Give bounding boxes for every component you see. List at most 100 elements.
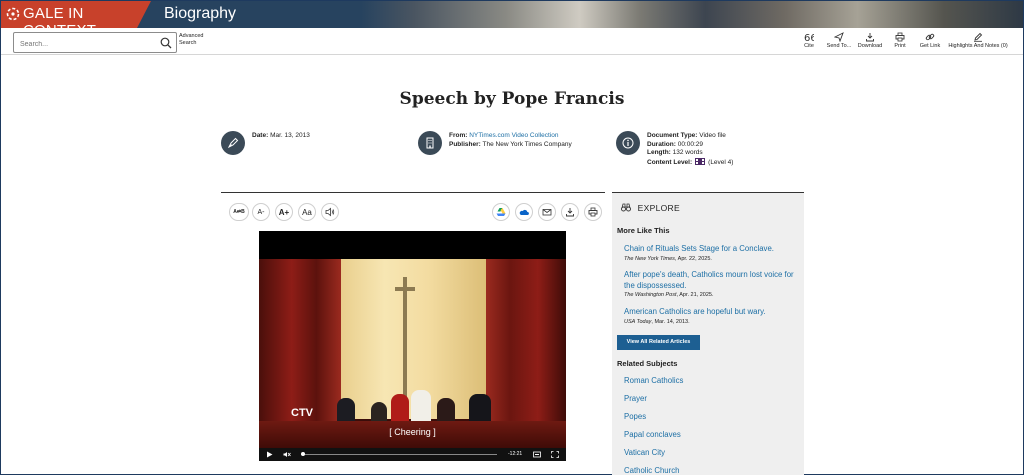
header-banner: GALE IN CONTEXT Biography [1, 1, 1023, 28]
font-style-label: Aa [302, 207, 312, 217]
google-drive-button[interactable] [492, 203, 510, 221]
more-like-this-heading: More Like This [617, 226, 670, 235]
doctype-meta-badge [616, 131, 640, 155]
content-divider [221, 192, 605, 193]
video-caption: [ Cheering ] [389, 427, 436, 437]
pencil-icon [974, 32, 983, 42]
play-icon[interactable] [266, 451, 274, 458]
date-value: Mar. 13, 2013 [270, 132, 310, 139]
building-icon [426, 137, 434, 149]
related-article-title[interactable]: American Catholics are hopeful but wary. [624, 307, 796, 318]
print-label: Print [894, 43, 906, 49]
video-progress-bar[interactable] [301, 454, 497, 455]
content-level-icon [695, 157, 706, 165]
duration-value: 00:00:29 [677, 140, 704, 148]
download-icon [866, 33, 874, 42]
length-value: 132 words [672, 149, 703, 156]
view-all-related-articles-button[interactable]: View All Related Articles [617, 335, 700, 350]
related-article-source: The Washington Post, Apr. 21, 2025. [624, 291, 796, 299]
related-article-title[interactable]: After pope's death, Catholics mourn lost… [624, 270, 796, 291]
video-progress-handle[interactable] [301, 452, 305, 456]
google-drive-icon [496, 208, 506, 216]
explore-heading-text: EXPLORE [637, 203, 680, 213]
translate-label: A⇄B [233, 209, 245, 215]
quote-icon: 66 [804, 33, 814, 42]
email-button[interactable] [538, 203, 556, 221]
related-article-publication: USA Today [624, 318, 652, 325]
translate-button[interactable]: A⇄B [229, 203, 249, 221]
related-article: After pope's death, Catholics mourn lost… [624, 270, 796, 299]
related-subjects-heading: Related Subjects [617, 359, 678, 368]
related-article-date: , Mar. 14, 2013. [651, 318, 690, 325]
content-level-label: Content Level: [647, 158, 693, 166]
related-article-publication: The New York Times [624, 255, 675, 262]
print-icon [588, 207, 598, 217]
font-increase-label: A+ [278, 207, 290, 217]
speaker-icon [325, 207, 335, 217]
get-link-button[interactable]: Get Link [917, 32, 943, 49]
onedrive-button[interactable] [515, 203, 533, 221]
search-icon[interactable] [160, 37, 172, 49]
brand-name: GALE IN CONTEXT [23, 5, 96, 28]
subject-link[interactable]: Roman Catholics [624, 376, 683, 385]
brand-block[interactable]: GALE IN CONTEXT [1, 1, 151, 28]
send-to-button[interactable]: Send To... [824, 32, 854, 49]
related-article: American Catholics are hopeful but wary.… [624, 307, 796, 326]
article-print-button[interactable] [584, 203, 602, 221]
highlights-notes-button[interactable]: Highlights And Notes (0) [946, 32, 1010, 49]
print-button[interactable]: Print [892, 32, 908, 49]
send-to-label: Send To... [826, 43, 852, 49]
article-download-button[interactable] [561, 203, 579, 221]
related-article-publication: The Washington Post [624, 292, 677, 298]
date-label: Date: [252, 132, 269, 139]
from-label: From: [449, 132, 468, 139]
related-article-date: , Apr. 21, 2025. [676, 292, 714, 298]
font-decrease-button[interactable]: A- [252, 203, 270, 221]
related-article-title[interactable]: Chain of Rituals Sets Stage for a Concla… [624, 244, 796, 255]
subject-link[interactable]: Papal conclaves [624, 430, 681, 439]
search-box [13, 32, 177, 54]
video-controls: -12:21 [259, 448, 566, 461]
subject-link[interactable]: Catholic Church [624, 466, 679, 475]
captions-icon[interactable] [533, 451, 541, 458]
video-player[interactable]: CTV [ Cheering ] -12:21 [259, 231, 566, 461]
download-label: Download [857, 43, 883, 49]
ctv-logo: CTV [291, 407, 313, 419]
download-button[interactable]: Download [856, 32, 884, 49]
font-increase-button[interactable]: A+ [275, 203, 293, 221]
listen-button[interactable] [321, 203, 339, 221]
banner-image [361, 1, 1023, 28]
link-icon [925, 33, 935, 41]
toolbar: Advanced Search 66 Cite Send To... Downl… [1, 28, 1023, 55]
source-meta-badge [418, 131, 442, 155]
font-style-button[interactable]: Aa [298, 203, 316, 221]
subject-link[interactable]: Popes [624, 412, 646, 421]
subject-link[interactable]: Prayer [624, 394, 647, 403]
print-icon [895, 32, 905, 42]
content-level-value: (Level 4) [708, 158, 734, 166]
onedrive-icon [519, 209, 529, 215]
doctype-value: Video file [699, 132, 726, 139]
highlights-notes-label: Highlights And Notes (0) [948, 43, 1008, 49]
gale-logo-icon [6, 7, 20, 21]
mute-icon[interactable] [283, 451, 291, 458]
cite-label: Cite [804, 43, 814, 49]
get-link-label: Get Link [919, 43, 941, 49]
related-article-date: , Apr. 22, 2025. [674, 255, 712, 262]
search-input[interactable] [14, 35, 154, 54]
subject-link[interactable]: Vatican City [624, 448, 665, 457]
cite-button[interactable]: 66 Cite [801, 32, 817, 49]
pen-nib-icon [227, 137, 239, 149]
from-link[interactable]: NYTimes.com Video Collection [469, 132, 558, 139]
fullscreen-icon[interactable] [551, 451, 559, 458]
related-article: Chain of Rituals Sets Stage for a Concla… [624, 244, 796, 263]
date-meta-badge [221, 131, 245, 155]
publisher-label: Publisher: [449, 140, 481, 148]
advanced-search-link[interactable]: Advanced Search [179, 33, 219, 47]
video-time: -12:21 [508, 451, 523, 457]
explore-panel: EXPLORE More Like This Chain of Rituals … [612, 193, 804, 475]
product-name[interactable]: Biography [164, 5, 236, 23]
publisher-value: The New York Times Company [482, 140, 572, 148]
explore-heading: EXPLORE [621, 203, 680, 213]
svg-text:66: 66 [804, 33, 814, 42]
